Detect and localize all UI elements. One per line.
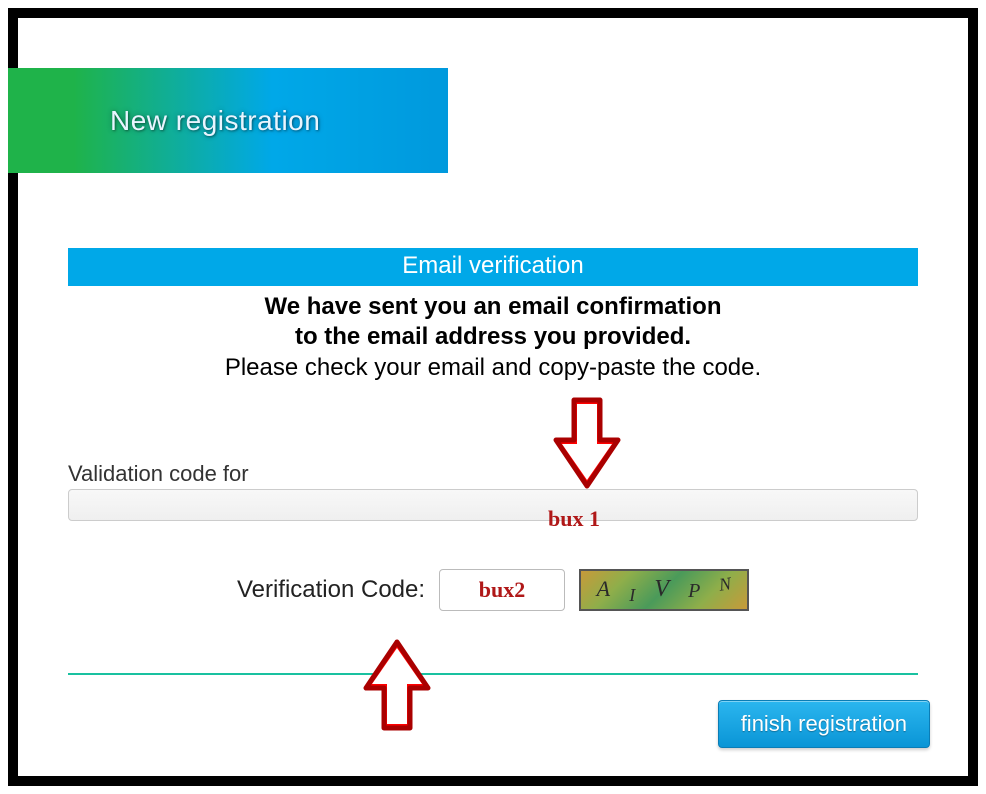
main-content: Email verification We have sent you an e… [68,248,918,683]
captcha-image: A I V P N [579,569,749,611]
captcha-char: N [718,573,733,595]
finish-button-label: finish registration [741,711,907,736]
arrow-down-icon [552,396,622,490]
annotation-bux1: bux 1 [548,506,600,532]
captcha-char: P [688,580,700,603]
page-title-banner: New registration [8,68,448,173]
captcha-char: I [629,585,635,606]
section-header: Email verification [68,248,918,286]
confirmation-line-2: to the email address you provided. [68,322,918,352]
section-title: Email verification [402,252,583,279]
verification-code-input[interactable]: bux2 [439,569,565,611]
divider [68,673,918,675]
arrow-up-icon [362,638,432,732]
finish-registration-button[interactable]: finish registration [718,700,930,748]
annotation-bux2: bux2 [479,577,525,603]
validation-code-input[interactable] [68,489,918,521]
verification-code-label: Verification Code: [237,576,425,604]
page-title: New registration [110,105,320,137]
instruction-line: Please check your email and copy-paste t… [68,352,918,383]
validation-code-label: Validation code for [68,461,918,487]
window-frame: New registration Email verification We h… [8,8,978,786]
confirmation-line-1: We have sent you an email confirmation [68,292,918,322]
verification-row: Verification Code: bux2 A I V P N [68,569,918,611]
captcha-char: V [654,576,669,603]
captcha-char: A [597,576,610,602]
